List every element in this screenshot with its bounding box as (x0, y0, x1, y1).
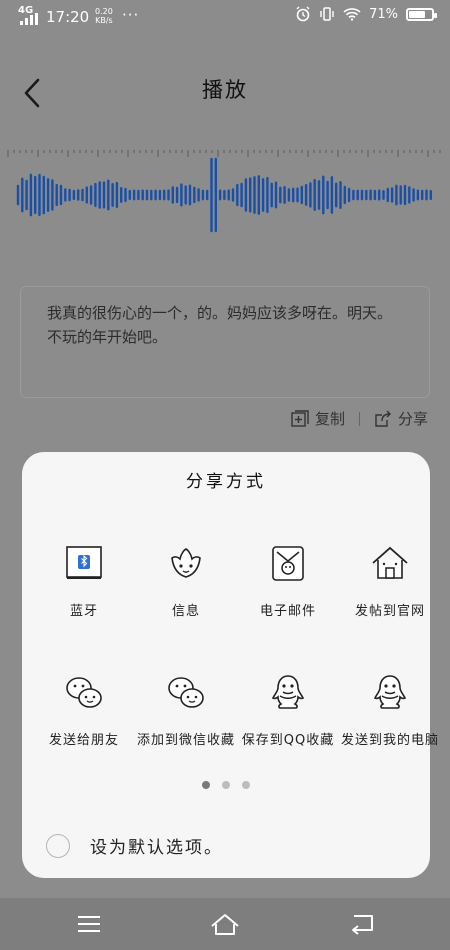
copy-button[interactable]: 复制 (291, 408, 345, 429)
battery-level (409, 10, 425, 18)
share-option-email[interactable]: 电子邮件 (237, 544, 339, 620)
copy-label: 复制 (314, 410, 345, 428)
page-dot-active (202, 781, 210, 789)
share-option-label: 电子邮件 (259, 604, 316, 619)
share-option-bluetooth[interactable]: 蓝牙 (33, 544, 135, 620)
page-dot (222, 781, 230, 789)
audio-waveform[interactable] (0, 140, 450, 240)
wechat-icon (66, 677, 102, 708)
share-option-my-computer[interactable]: 发送到我的电脑 (339, 673, 441, 749)
clock: 17:20 (46, 8, 90, 26)
house-icon (372, 546, 408, 579)
share-sheet: 分享方式 蓝牙 信息 电子邮件 发帖到官网 发送给朋友 添加到微信收藏 保存到Q… (22, 452, 438, 878)
share-option-label: 蓝牙 (69, 604, 98, 619)
signal-icon (20, 13, 38, 25)
copy-icon (291, 409, 309, 427)
default-radio-button[interactable] (46, 833, 70, 858)
wifi-icon (343, 8, 361, 21)
page-title: 播放 (202, 78, 248, 102)
share-option-label: 添加到微信收藏 (136, 733, 235, 748)
menu-icon[interactable] (74, 910, 104, 938)
email-icon (272, 546, 304, 581)
system-nav-bar (0, 898, 450, 950)
battery-percent: 71% (369, 6, 398, 22)
transcript-text: 我真的很伤心的一个，的。妈妈应该多呀在。明天。不玩的年开始吧。 (47, 304, 393, 346)
share-button[interactable]: 分享 (374, 408, 428, 429)
page-dot (242, 781, 250, 789)
bluetooth-icon (66, 546, 102, 579)
share-option-website[interactable]: 发帖到官网 (339, 544, 441, 620)
transcript-box[interactable]: 我真的很伤心的一个，的。妈妈应该多呀在。明天。不玩的年开始吧。 (20, 286, 430, 398)
share-option-qq-favorites[interactable]: 保存到QQ收藏 (237, 673, 339, 749)
share-option-wechat-favorites[interactable]: 添加到微信收藏 (135, 673, 237, 749)
speed-unit: KB/s (95, 16, 113, 25)
back-nav-icon[interactable] (346, 910, 376, 938)
share-option-send-friend[interactable]: 发送给朋友 (33, 673, 135, 749)
wechat-icon (168, 677, 204, 708)
share-option-label: 发送到我的电脑 (340, 733, 439, 748)
share-option-label: 发送给朋友 (48, 733, 119, 748)
transcript-actions: 复制 分享 (291, 408, 428, 429)
share-label: 分享 (397, 410, 428, 428)
share-option-message[interactable]: 信息 (135, 544, 237, 620)
home-icon[interactable] (210, 910, 240, 938)
action-divider (358, 411, 360, 426)
share-option-label: 发帖到官网 (354, 604, 425, 619)
vibrate-icon (320, 7, 334, 21)
speed-value: 0.20 (95, 7, 113, 16)
status-bar: 4G 17:20 0.20 KB/s ··· 71% (0, 0, 450, 34)
share-icon (375, 410, 391, 427)
message-icon (171, 548, 201, 578)
network-speed: 0.20 KB/s (95, 7, 113, 25)
share-option-label: 信息 (171, 604, 200, 619)
page-indicator (22, 781, 430, 789)
qq-penguin-icon (271, 675, 305, 709)
qq-penguin-icon (373, 675, 407, 709)
set-default-option[interactable]: 设为默认选项。 (46, 833, 223, 858)
share-option-label: 保存到QQ收藏 (241, 733, 335, 748)
more-notifications-icon: ··· (122, 6, 140, 24)
alarm-icon (296, 6, 310, 22)
share-sheet-title: 分享方式 (186, 472, 266, 492)
battery-icon (406, 7, 437, 21)
default-option-label: 设为默认选项。 (90, 838, 223, 858)
